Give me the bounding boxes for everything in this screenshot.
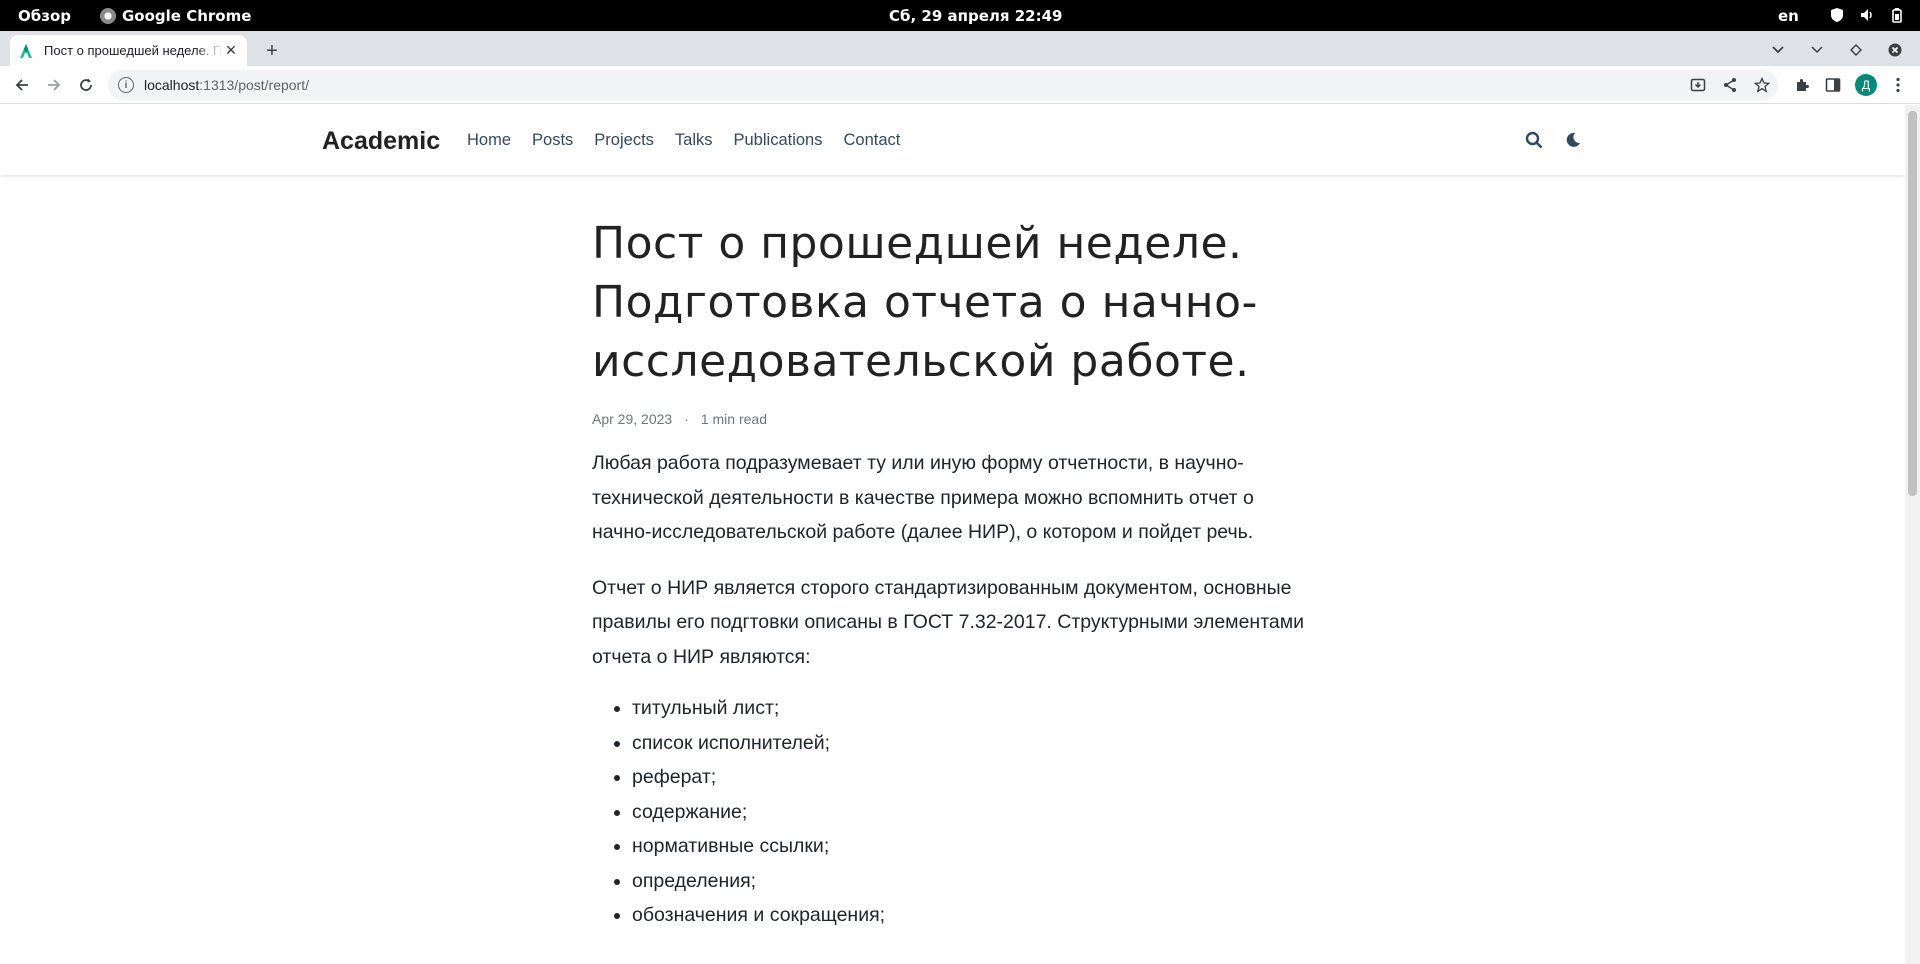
side-panel-icon[interactable] <box>1822 74 1844 96</box>
list-item: определения; <box>632 864 1312 899</box>
forward-arrow-icon[interactable] <box>43 74 65 96</box>
article-body: Любая работа подразумевает ту или иную ф… <box>592 446 1312 933</box>
system-top-bar: Обзор Google Chrome Сб, 29 апреля 22:49 … <box>0 0 1920 31</box>
article-paragraph: Отчет о НИР является сторого стандартизи… <box>592 576 1305 668</box>
nav-posts[interactable]: Posts <box>532 131 573 150</box>
list-item: титульный лист; <box>632 691 1312 726</box>
browser-tab[interactable]: Пост о прошедшей неделе. Подготовка отче… <box>10 35 247 66</box>
tab-strip: Пост о прошедшей неделе. Подготовка отче… <box>0 31 1920 66</box>
address-bar[interactable]: i localhost:1313/post/report/ <box>108 70 1778 100</box>
app-name: Google Chrome <box>122 7 252 25</box>
site-brand[interactable]: Academic <box>322 127 440 156</box>
app-menu[interactable]: Google Chrome <box>100 7 251 25</box>
new-tab-button[interactable]: + <box>260 39 284 63</box>
nav-home[interactable]: Home <box>467 131 511 150</box>
url-path: :1313/post/report/ <box>199 77 310 93</box>
nav-publications[interactable]: Publications <box>734 131 823 150</box>
nav-contact[interactable]: Contact <box>843 131 900 150</box>
site-nav-links: Home Posts Projects Talks Publications C… <box>467 131 921 150</box>
volume-icon[interactable] <box>1858 6 1876 24</box>
browser-toolbar: i localhost:1313/post/report/ Д <box>0 66 1920 104</box>
close-tab-icon[interactable]: ✕ <box>223 42 239 59</box>
install-app-icon[interactable] <box>1687 74 1709 96</box>
keyboard-layout[interactable]: en <box>1778 7 1799 25</box>
reload-icon[interactable] <box>75 74 97 96</box>
chevron-down-icon[interactable] <box>1807 40 1827 60</box>
article-paragraph: Любая работа подразумевает ту или иную ф… <box>592 452 1254 543</box>
site-info-icon[interactable]: i <box>118 77 134 93</box>
extensions-puzzle-icon[interactable] <box>1791 74 1813 96</box>
back-arrow-icon[interactable] <box>11 74 33 96</box>
tab-title: Пост о прошедшей неделе. Подготовка отче… <box>44 43 223 58</box>
url-host: localhost <box>144 77 200 93</box>
chrome-icon <box>100 8 116 24</box>
tab-search-icon[interactable] <box>1768 40 1788 60</box>
article-date: Apr 29, 2023 <box>592 411 673 427</box>
academic-favicon-icon <box>18 43 34 59</box>
structure-list: титульный лист; список исполнителей; реф… <box>592 691 1312 933</box>
web-page: Academic Home Posts Projects Talks Publi… <box>0 105 1905 964</box>
share-icon[interactable] <box>1719 74 1741 96</box>
search-icon[interactable] <box>1524 130 1544 150</box>
maximize-icon[interactable] <box>1846 40 1866 60</box>
bookmark-star-icon[interactable] <box>1751 74 1773 96</box>
list-item: обозначения и сокращения; <box>632 898 1312 933</box>
page-scrollbar[interactable] <box>1905 105 1920 964</box>
article: Пост о прошедшей неделе. Подготовка отче… <box>592 175 1312 933</box>
list-item: реферат; <box>632 760 1312 795</box>
activities-button[interactable]: Обзор <box>18 7 71 25</box>
article-read-time: 1 min read <box>700 411 767 427</box>
dark-mode-moon-icon[interactable] <box>1563 130 1583 150</box>
kebab-menu-icon[interactable] <box>1887 74 1909 96</box>
list-item: содержание; <box>632 795 1312 830</box>
article-meta: Apr 29, 2023 · 1 min read <box>592 411 1312 427</box>
scrollbar-thumb[interactable] <box>1908 111 1917 496</box>
site-navbar: Academic Home Posts Projects Talks Publi… <box>0 105 1905 175</box>
shield-icon[interactable] <box>1828 6 1846 24</box>
profile-avatar[interactable]: Д <box>1855 74 1877 96</box>
close-window-icon[interactable] <box>1885 40 1905 60</box>
power-icon[interactable] <box>1888 6 1906 24</box>
nav-talks[interactable]: Talks <box>675 131 713 150</box>
article-title: Пост о прошедшей неделе. Подготовка отче… <box>592 218 1258 387</box>
clock[interactable]: Сб, 29 апреля 22:49 <box>889 7 1062 25</box>
system-tray[interactable] <box>1828 6 1906 24</box>
meta-separator: · <box>684 411 689 427</box>
list-item: нормативные ссылки; <box>632 829 1312 864</box>
list-item: список исполнителей; <box>632 726 1312 761</box>
nav-projects[interactable]: Projects <box>594 131 654 150</box>
